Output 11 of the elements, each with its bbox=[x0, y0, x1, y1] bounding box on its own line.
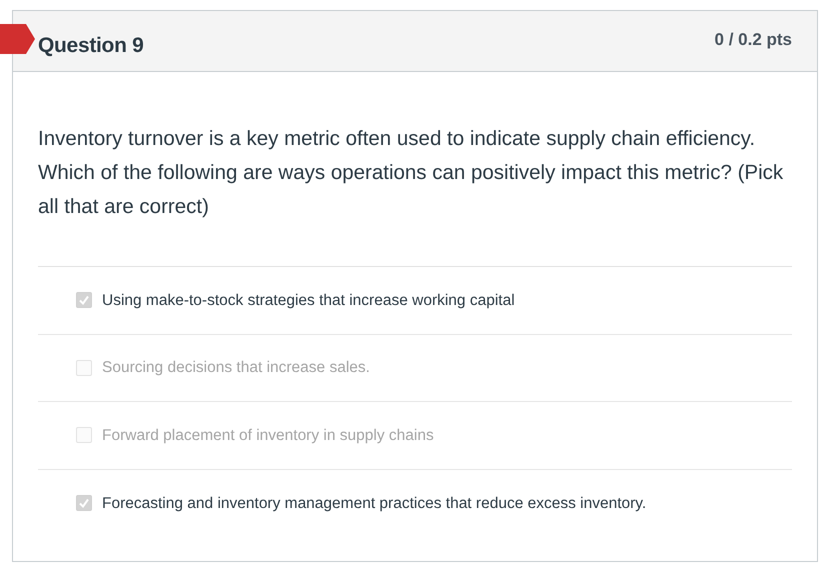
answer-label: Forecasting and inventory management practices that reduce excess inventory. bbox=[102, 494, 646, 514]
question-title: Question 9 bbox=[38, 33, 144, 59]
checkbox[interactable] bbox=[76, 292, 92, 308]
checkbox[interactable] bbox=[76, 360, 92, 376]
answer-label: Sourcing decisions that increase sales. bbox=[102, 358, 370, 378]
checkbox[interactable] bbox=[76, 495, 92, 512]
answer-label: Forward placement of inventory in supply chains bbox=[102, 426, 434, 446]
points-label: 0 / 0.2 pts bbox=[714, 29, 792, 51]
answer-label: Using make-to-stock strategies that increase working capital bbox=[102, 290, 515, 311]
question-text: Inventory turnover is a key metric often used to indicate supply chain efficiency. Which of the following are ways operations can positively impact this metric? (Pick all that are correct) bbox=[38, 126, 784, 220]
checkbox[interactable] bbox=[76, 427, 92, 444]
